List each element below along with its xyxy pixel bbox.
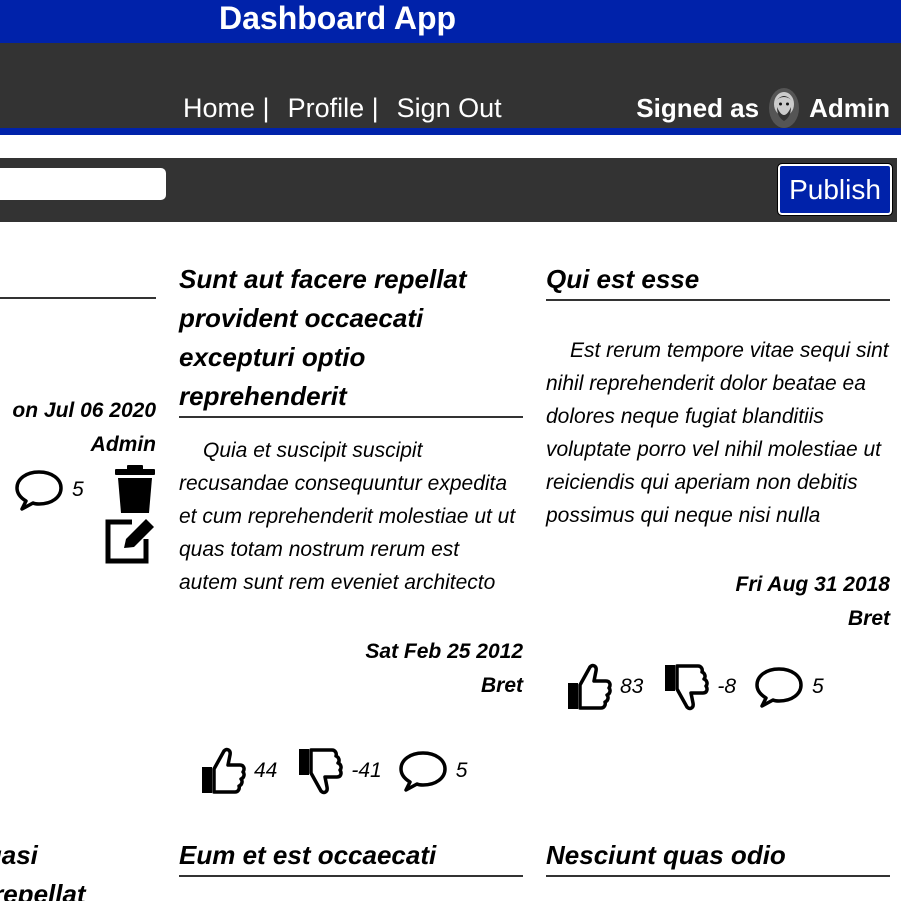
post-card: quasi n repellat bbox=[0, 836, 156, 901]
nav-home-link[interactable]: Home bbox=[183, 93, 255, 123]
post-body: Est rerum tempore vitae sequi sint nihil… bbox=[546, 339, 889, 527]
like-button[interactable]: 83 bbox=[566, 663, 643, 711]
post-body: Quia et suscipit suscipit recusandae con… bbox=[179, 439, 516, 594]
post-card: Nesciunt quas odio bbox=[546, 836, 890, 877]
post-title: Eum et est occaecati bbox=[179, 836, 523, 877]
like-button[interactable]: 44 bbox=[200, 747, 277, 795]
post-card: on Jul 06 2020 Admin bbox=[0, 260, 156, 462]
post-title: Sunt aut facere repellat provident occae… bbox=[179, 260, 523, 418]
trash-icon[interactable] bbox=[113, 465, 157, 515]
post-title: quasi n repellat bbox=[0, 840, 86, 901]
thumbs-up-icon bbox=[568, 663, 612, 710]
nav-separator: | bbox=[262, 93, 270, 123]
post-author: Bret bbox=[847, 607, 890, 630]
nav-profile-link[interactable]: Profile bbox=[288, 93, 365, 123]
post-reactions: 44 -41 5 bbox=[200, 747, 467, 795]
nav-signout-link[interactable]: Sign Out bbox=[397, 93, 502, 123]
thumbs-down-icon bbox=[299, 748, 344, 795]
dislike-count: -8 bbox=[717, 675, 737, 698]
dashboard-page: Dashboard App Home | Profile | Sign Out Si… bbox=[0, 0, 901, 901]
post-card: Qui est esse Est rerum tempore vitae seq… bbox=[546, 260, 890, 636]
app-title: Dashboard App bbox=[219, 0, 457, 36]
comment-count: 5 bbox=[72, 478, 84, 501]
post-input[interactable] bbox=[0, 168, 166, 200]
comment-button[interactable]: 5 bbox=[398, 750, 468, 792]
dislike-button[interactable]: -41 bbox=[297, 747, 382, 795]
post-card: Sunt aut facere repellat provident occae… bbox=[179, 260, 523, 703]
post-date: Fri Aug 31 2018 bbox=[735, 573, 890, 596]
comment-icon bbox=[15, 470, 63, 511]
post-reactions: 83 -8 5 bbox=[566, 663, 824, 711]
dislike-button[interactable]: -8 bbox=[663, 663, 736, 711]
signed-as-label: Signed as bbox=[636, 92, 760, 123]
avatar bbox=[769, 88, 800, 128]
post-title: Qui est esse bbox=[546, 260, 890, 301]
header-accent-line bbox=[0, 128, 901, 135]
like-count: 83 bbox=[620, 675, 644, 698]
user-info: Signed as Admin bbox=[636, 86, 890, 130]
toolbar: Publish bbox=[0, 158, 897, 222]
thumbs-up-icon bbox=[202, 747, 246, 794]
comment-count: 5 bbox=[455, 759, 468, 782]
thumbs-down-icon bbox=[665, 664, 710, 711]
post-date: on Jul 06 2020 bbox=[12, 399, 156, 422]
post-author: Bret bbox=[480, 674, 523, 697]
title-bar: Dashboard App bbox=[0, 0, 901, 43]
post-title-underline bbox=[0, 260, 156, 299]
comment-button[interactable]: 5 bbox=[754, 666, 824, 708]
post-card: Eum et est occaecati bbox=[179, 836, 523, 877]
nav-links: Home | Profile | Sign Out bbox=[183, 91, 502, 125]
comment-icon bbox=[755, 667, 803, 708]
post-author: Admin bbox=[90, 433, 156, 456]
post-title: Nesciunt quas odio bbox=[546, 836, 890, 877]
comment-count: 5 bbox=[812, 675, 824, 698]
user-name: Admin bbox=[809, 92, 890, 123]
dislike-count: -41 bbox=[351, 759, 382, 782]
like-count: 44 bbox=[254, 759, 278, 782]
comment-icon bbox=[398, 751, 447, 792]
nav-separator bbox=[255, 93, 263, 123]
nav-separator: | bbox=[371, 93, 379, 123]
post-date: Sat Feb 25 2012 bbox=[365, 640, 523, 663]
nav-separator bbox=[364, 93, 372, 123]
edit-icon[interactable] bbox=[102, 515, 158, 565]
comment-reaction[interactable]: 5 bbox=[14, 469, 84, 511]
publish-button[interactable]: Publish bbox=[777, 163, 893, 216]
